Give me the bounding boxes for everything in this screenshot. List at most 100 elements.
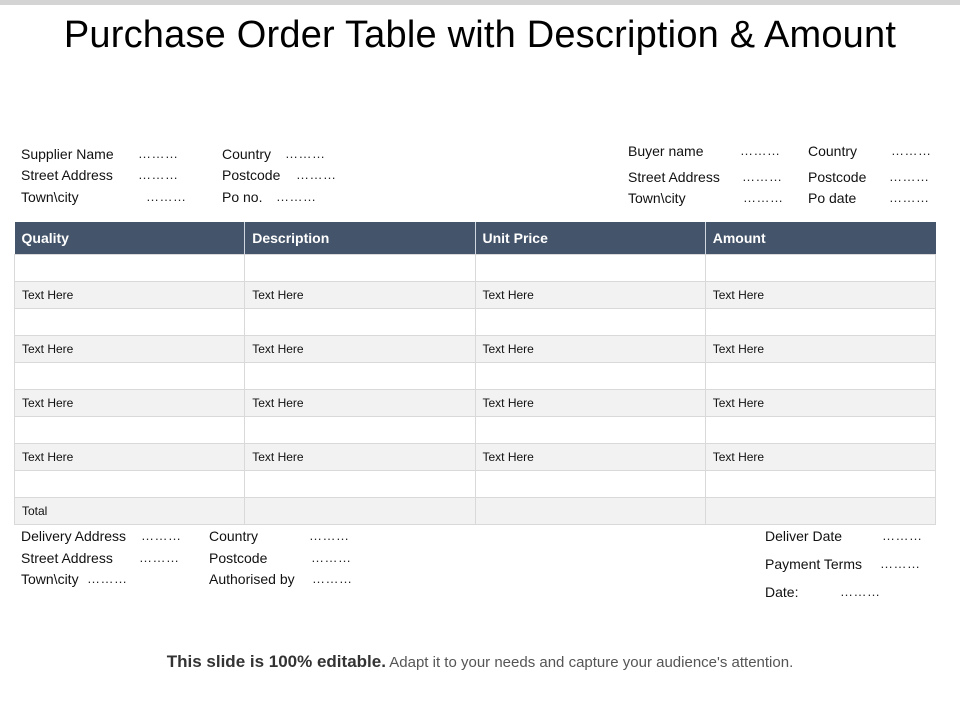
table-header-row: Quality Description Unit Price Amount bbox=[14, 222, 936, 254]
delivery-town-label: Town\city bbox=[21, 571, 79, 587]
table-cell[interactable]: Text Here bbox=[13, 388, 246, 417]
footer-note: This slide is 100% editable. Adapt it to… bbox=[0, 652, 960, 672]
table-cell[interactable]: Text Here bbox=[704, 388, 937, 417]
deliver-date-value[interactable]: ……… bbox=[882, 528, 923, 543]
table-cell[interactable] bbox=[474, 415, 706, 444]
total-row: Total bbox=[13, 496, 937, 525]
table-cell[interactable] bbox=[704, 307, 937, 336]
supplier-postcode-value[interactable]: ……… bbox=[296, 167, 337, 182]
purchase-order-table: Quality Description Unit Price Amount Te… bbox=[13, 222, 937, 525]
table-cell[interactable] bbox=[244, 361, 476, 390]
buyer-street-label: Street Address bbox=[628, 169, 720, 185]
table-cell[interactable] bbox=[704, 253, 937, 282]
buyer-country-value[interactable]: ……… bbox=[891, 143, 932, 158]
supplier-name-value[interactable]: ……… bbox=[138, 146, 179, 161]
table-cell[interactable]: Text Here bbox=[704, 334, 937, 363]
supplier-street-label: Street Address bbox=[21, 167, 113, 183]
table-cell[interactable]: Text Here bbox=[13, 280, 246, 309]
table-cell[interactable] bbox=[704, 496, 937, 525]
table-cell[interactable]: Total bbox=[13, 496, 246, 525]
buyer-town-value[interactable]: ……… bbox=[743, 190, 784, 205]
header-quality: Quality bbox=[14, 222, 246, 254]
table-cell[interactable] bbox=[244, 307, 476, 336]
supplier-country-label: Country bbox=[222, 146, 272, 162]
table-cell[interactable]: Text Here bbox=[13, 442, 246, 471]
table-cell[interactable]: Text Here bbox=[474, 280, 706, 309]
payment-terms-label: Payment Terms bbox=[765, 556, 862, 572]
footer-bold-text: This slide is 100% editable. bbox=[166, 652, 386, 671]
table-cell[interactable] bbox=[474, 361, 706, 390]
table-cell[interactable]: Text Here bbox=[474, 442, 706, 471]
supplier-postcode-label: Postcode bbox=[222, 167, 281, 183]
table-cell[interactable] bbox=[244, 253, 476, 282]
table-cell[interactable] bbox=[704, 415, 937, 444]
supplier-country-value[interactable]: ……… bbox=[285, 146, 326, 161]
table-cell[interactable] bbox=[474, 307, 706, 336]
buyer-postcode-label: Postcode bbox=[808, 169, 867, 185]
table-body: Text Here Text Here Text Here Text Here Text… bbox=[13, 253, 937, 525]
supplier-name-label: Supplier Name bbox=[21, 146, 114, 162]
header-description: Description bbox=[244, 222, 476, 254]
table-row bbox=[13, 253, 937, 282]
buyer-country-label: Country bbox=[808, 143, 858, 159]
delivery-street-value[interactable]: ……… bbox=[139, 550, 180, 565]
table-cell[interactable] bbox=[244, 469, 476, 498]
footer-text: Adapt it to your needs and capture your … bbox=[385, 654, 794, 671]
table-cell[interactable] bbox=[244, 415, 476, 444]
authorised-by-value[interactable]: ……… bbox=[312, 571, 353, 586]
table-cell[interactable] bbox=[474, 469, 706, 498]
table-cell[interactable]: Text Here bbox=[704, 442, 937, 471]
table-cell[interactable] bbox=[474, 496, 706, 525]
table-cell[interactable] bbox=[704, 361, 937, 390]
table-cell[interactable]: Text Here bbox=[474, 388, 706, 417]
delivery-town-value[interactable]: ……… bbox=[87, 571, 128, 586]
table-row bbox=[13, 307, 937, 336]
deliver-date-label: Deliver Date bbox=[765, 528, 843, 544]
header-unit-price: Unit Price bbox=[475, 222, 706, 254]
supplier-po-no-label: Po no. bbox=[222, 189, 263, 205]
delivery-street-label: Street Address bbox=[21, 550, 113, 566]
buyer-street-value[interactable]: ……… bbox=[742, 169, 783, 184]
buyer-po-date-value[interactable]: ……… bbox=[889, 190, 930, 205]
delivery-postcode-label: Postcode bbox=[209, 550, 268, 566]
supplier-po-no-value[interactable]: ……… bbox=[276, 189, 317, 204]
date-label: Date: bbox=[765, 584, 799, 600]
buyer-name-label: Buyer name bbox=[628, 143, 704, 159]
top-bar bbox=[0, 0, 960, 5]
table-cell[interactable] bbox=[474, 253, 706, 282]
delivery-postcode-value[interactable]: ……… bbox=[311, 550, 352, 565]
supplier-town-label: Town\city bbox=[21, 189, 79, 205]
table-row: Text Here Text Here Text Here Text Here bbox=[13, 334, 937, 363]
buyer-po-date-label: Po date bbox=[808, 190, 857, 206]
table-cell[interactable] bbox=[13, 415, 246, 444]
table-cell[interactable] bbox=[13, 307, 246, 336]
delivery-address-value[interactable]: ……… bbox=[141, 528, 182, 543]
table-cell[interactable]: Text Here bbox=[704, 280, 937, 309]
page-title: Purchase Order Table with Description & … bbox=[63, 14, 897, 56]
supplier-town-value[interactable]: ……… bbox=[146, 189, 187, 204]
authorised-by-label: Authorised by bbox=[209, 571, 295, 587]
date-value[interactable]: ……… bbox=[840, 584, 881, 599]
buyer-name-value[interactable]: ……… bbox=[740, 143, 781, 158]
buyer-postcode-value[interactable]: ……… bbox=[889, 169, 930, 184]
supplier-street-value[interactable]: ……… bbox=[138, 167, 179, 182]
table-cell[interactable] bbox=[704, 469, 937, 498]
buyer-town-label: Town\city bbox=[628, 190, 686, 206]
table-cell[interactable] bbox=[13, 469, 246, 498]
table-cell[interactable]: Text Here bbox=[13, 334, 246, 363]
table-cell[interactable]: Text Here bbox=[474, 334, 706, 363]
table-cell[interactable]: Text Here bbox=[244, 334, 476, 363]
delivery-country-value[interactable]: ……… bbox=[309, 528, 350, 543]
table-cell[interactable]: Text Here bbox=[244, 388, 476, 417]
header-amount: Amount bbox=[705, 222, 936, 254]
table-row bbox=[13, 415, 937, 444]
table-row: Text Here Text Here Text Here Text Here bbox=[13, 442, 937, 471]
table-cell[interactable] bbox=[13, 361, 246, 390]
payment-terms-value[interactable]: ……… bbox=[880, 556, 921, 571]
table-cell[interactable] bbox=[244, 496, 476, 525]
table-row: Text Here Text Here Text Here Text Here bbox=[13, 280, 937, 309]
table-cell[interactable] bbox=[13, 253, 246, 282]
table-row: Text Here Text Here Text Here Text Here bbox=[13, 388, 937, 417]
table-cell[interactable]: Text Here bbox=[244, 442, 476, 471]
table-cell[interactable]: Text Here bbox=[244, 280, 476, 309]
